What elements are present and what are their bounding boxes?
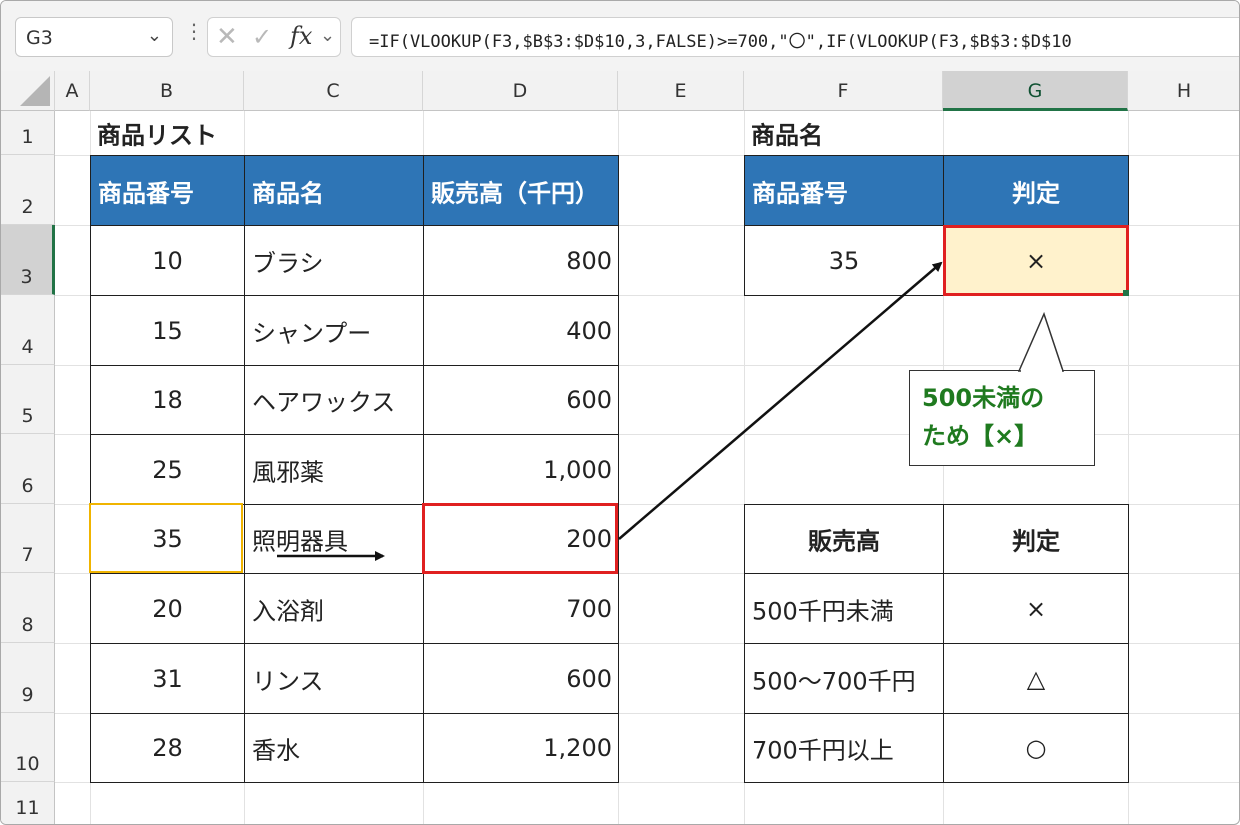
table-cell-name[interactable]: シャンプー — [244, 295, 424, 366]
table-cell-name[interactable]: 照明器具 — [244, 504, 424, 574]
table-cell-name[interactable]: ブラシ — [244, 225, 424, 296]
row-header-5[interactable]: 5 — [1, 365, 55, 434]
select-all-button[interactable] — [1, 71, 55, 111]
arrow-icon — [618, 261, 943, 540]
column-header-b[interactable]: B — [90, 71, 244, 111]
lookup-match-highlight — [89, 503, 243, 573]
row-header-9[interactable]: 9 — [1, 643, 55, 713]
table-cell-sales[interactable]: 1,200 — [423, 713, 619, 783]
criteria-header-sales[interactable]: 販売高 — [744, 504, 944, 574]
header-product-number[interactable]: 商品番号 — [90, 155, 245, 226]
column-header-f[interactable]: F — [744, 71, 943, 111]
table-cell-number[interactable]: 18 — [90, 365, 245, 435]
formula-text: =IF(VLOOKUP(F3,$B$3:$D$10,3,FALSE)>=700,… — [369, 32, 1072, 52]
column-header-d[interactable]: D — [423, 71, 618, 111]
header-sales[interactable]: 販売高（千円） — [423, 155, 619, 226]
callout-pointer — [1017, 311, 1065, 372]
row-header-2[interactable]: 2 — [1, 155, 55, 225]
table-cell-number[interactable]: 10 — [90, 225, 245, 296]
row-header-4[interactable]: 4 — [1, 295, 55, 365]
table-cell-sales[interactable]: 600 — [423, 365, 619, 435]
column-header-g[interactable]: G — [943, 71, 1128, 111]
cancel-icon[interactable]: ✕ — [216, 22, 238, 52]
table-cell-number[interactable]: 15 — [90, 295, 245, 366]
lookup-input-cell[interactable]: 35 — [744, 225, 944, 296]
callout-box: 500未満の ため【×】 — [909, 370, 1095, 466]
fill-handle[interactable] — [1123, 290, 1129, 296]
formula-bar: G3 ⌄ ⋮ ✕ ✓ fx ⌄ =IF(VLOOKUP(F3,$B$3:$D$1… — [1, 1, 1239, 71]
table-cell-name[interactable]: リンス — [244, 643, 424, 714]
chevron-down-icon[interactable]: ⌄ — [147, 25, 162, 46]
lookup-header-judgement[interactable]: 判定 — [943, 155, 1129, 226]
row-header-1[interactable]: 1 — [1, 111, 55, 155]
criteria-range-cell[interactable]: 700千円以上 — [744, 713, 944, 783]
row-header-8[interactable]: 8 — [1, 573, 55, 643]
criteria-range-cell[interactable]: 500千円未満 — [744, 573, 944, 644]
table-cell-name[interactable]: 風邪薬 — [244, 434, 424, 505]
spreadsheet-window: G3 ⌄ ⋮ ✕ ✓ fx ⌄ =IF(VLOOKUP(F3,$B$3:$D$1… — [0, 0, 1240, 825]
criteria-header-judgement[interactable]: 判定 — [943, 504, 1129, 574]
column-header-e[interactable]: E — [618, 71, 744, 111]
table-cell-number[interactable]: 31 — [90, 643, 245, 714]
row-header-7[interactable]: 7 — [1, 504, 55, 573]
callout-text: 500未満の ため【×】 — [922, 384, 1045, 450]
sales-value-highlight — [422, 503, 618, 574]
enter-icon[interactable]: ✓ — [252, 23, 272, 51]
row-header-11[interactable]: 11 — [1, 782, 55, 824]
table-cell-name[interactable]: ヘアワックス — [244, 365, 424, 435]
lookup-header-number[interactable]: 商品番号 — [744, 155, 944, 226]
table-cell-number[interactable]: 25 — [90, 434, 245, 505]
table-cell-sales[interactable]: 700 — [423, 573, 619, 644]
row-header-3[interactable]: 3 — [1, 225, 55, 295]
table-cell-sales[interactable]: 1,000 — [423, 434, 619, 505]
formula-buttons: ✕ ✓ fx ⌄ — [207, 17, 341, 57]
lookup-result-cell[interactable]: × — [943, 225, 1129, 296]
insert-function-icon[interactable]: fx — [290, 22, 312, 50]
criteria-range-cell[interactable]: 500～700千円 — [744, 643, 944, 714]
chevron-down-icon[interactable]: ⌄ — [320, 25, 335, 46]
product-list-title[interactable]: 商品リスト — [90, 111, 290, 155]
name-box[interactable]: G3 ⌄ — [15, 17, 173, 57]
table-cell-name[interactable]: 香水 — [244, 713, 424, 783]
table-cell-sales[interactable]: 800 — [423, 225, 619, 296]
table-cell-number[interactable]: 28 — [90, 713, 245, 783]
column-header-c[interactable]: C — [244, 71, 423, 111]
more-options-icon[interactable]: ⋮ — [184, 21, 204, 41]
name-box-value: G3 — [26, 27, 53, 49]
table-cell-name[interactable]: 入浴剤 — [244, 573, 424, 644]
table-cell-number[interactable]: 20 — [90, 573, 245, 644]
column-header-a[interactable]: A — [55, 71, 90, 111]
criteria-mark-cell[interactable]: ○ — [943, 713, 1129, 783]
header-product-name[interactable]: 商品名 — [244, 155, 424, 226]
row-header-6[interactable]: 6 — [1, 434, 55, 504]
row-header-10[interactable]: 10 — [1, 713, 55, 782]
table-cell-sales[interactable]: 600 — [423, 643, 619, 714]
criteria-mark-cell[interactable]: × — [943, 573, 1129, 644]
lookup-title[interactable]: 商品名 — [744, 111, 943, 155]
column-header-h[interactable]: H — [1128, 71, 1239, 111]
formula-input[interactable]: =IF(VLOOKUP(F3,$B$3:$D$10,3,FALSE)>=700,… — [351, 17, 1239, 57]
table-cell-sales[interactable]: 400 — [423, 295, 619, 366]
criteria-mark-cell[interactable]: △ — [943, 643, 1129, 714]
